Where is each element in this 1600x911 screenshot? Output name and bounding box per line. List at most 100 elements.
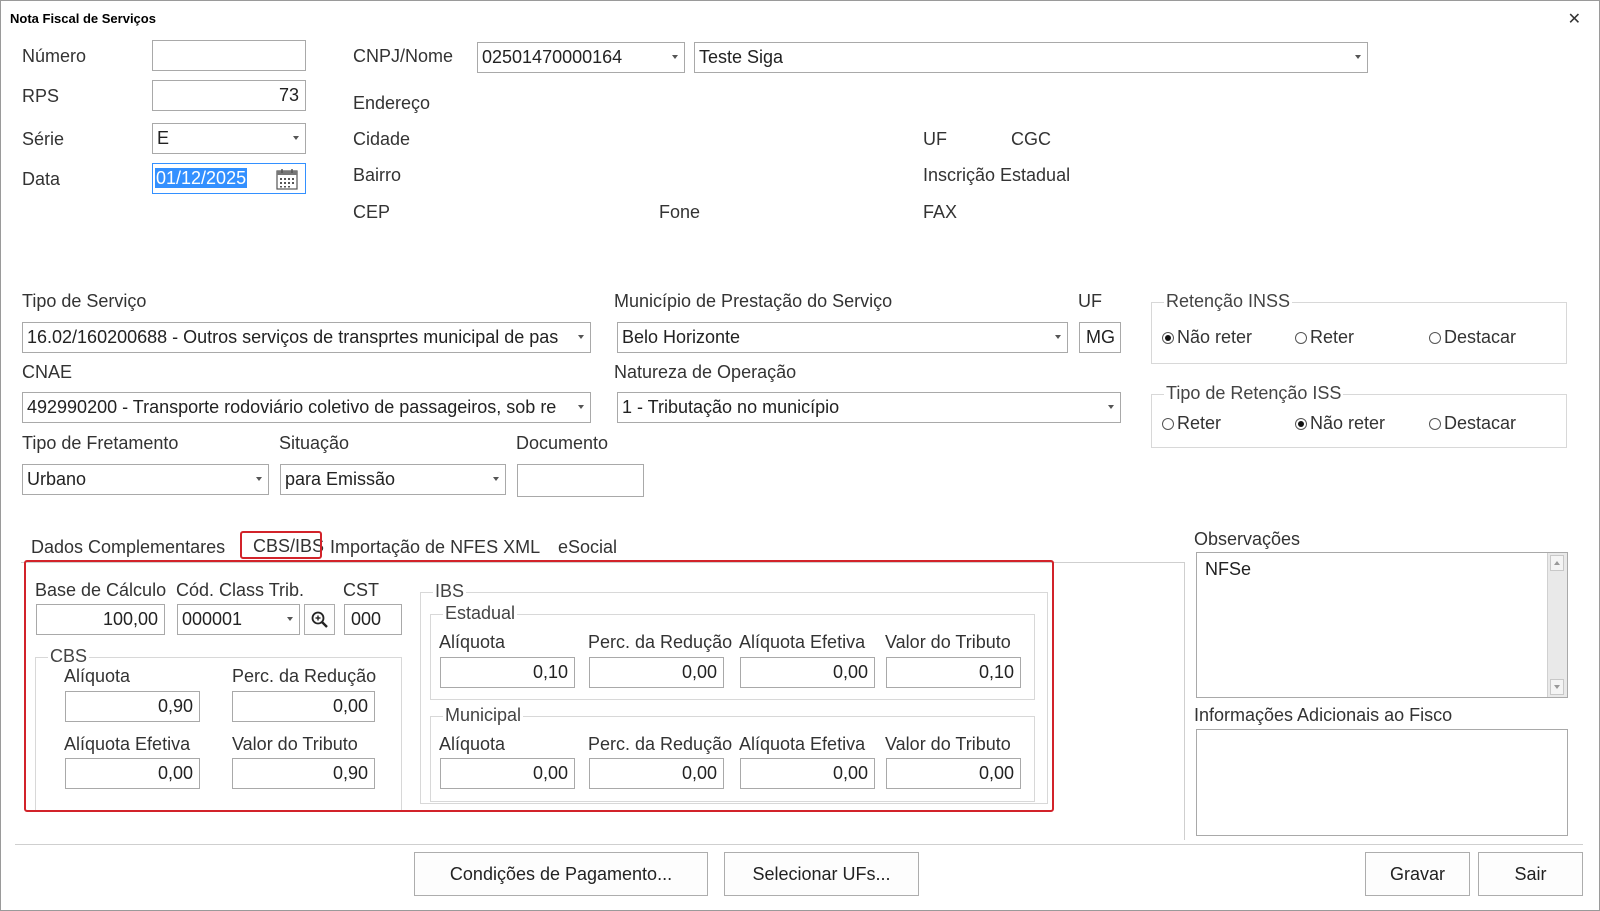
ibs-estadual-title: Estadual <box>443 603 518 624</box>
iss-option-label: Destacar <box>1444 413 1517 433</box>
nome-select[interactable]: Teste Siga <box>694 42 1368 73</box>
est-tributo-label: Valor do Tributo <box>885 632 1011 652</box>
scroll-up-icon[interactable] <box>1550 555 1564 571</box>
iss-destacar-radio[interactable]: Destacar <box>1429 413 1516 434</box>
cbs-tributo-field[interactable]: 0,90 <box>232 758 375 789</box>
servico-uf-field[interactable]: MG <box>1079 322 1121 353</box>
inscricao-label: Inscrição Estadual <box>923 165 1071 185</box>
uf-label: UF <box>923 129 947 149</box>
natureza-select[interactable]: 1 - Tributação no município <box>617 392 1121 423</box>
rps-field[interactable]: 73 <box>152 80 306 111</box>
inss-reter-radio[interactable]: Reter <box>1295 327 1354 348</box>
fretamento-select[interactable]: Urbano <box>22 464 269 495</box>
tab-panel-right-border <box>1184 562 1185 840</box>
retencao-iss-group: Tipo de Retenção ISS Reter Não reter Des… <box>1151 383 1567 448</box>
iss-nao-reter-radio[interactable]: Não reter <box>1295 413 1385 434</box>
condicoes-button-label: Condições de Pagamento... <box>449 863 673 884</box>
documento-field[interactable] <box>517 464 644 497</box>
inss-destacar-radio[interactable]: Destacar <box>1429 327 1516 348</box>
ibs-municipal-title: Municipal <box>443 705 524 726</box>
fone-label: Fone <box>659 202 701 222</box>
info-fisco-textarea[interactable] <box>1196 729 1568 836</box>
municipio-select[interactable]: Belo Horizonte <box>617 322 1068 353</box>
municipio-label: Município de Prestação do Serviço <box>614 291 893 311</box>
observacoes-textarea[interactable]: NFSe <box>1196 552 1568 698</box>
est-efetiva-label: Alíquota Efetiva <box>739 632 866 652</box>
cnae-label: CNAE <box>22 362 73 382</box>
est-tributo-field[interactable]: 0,10 <box>886 657 1021 688</box>
cbs-reducao-field[interactable]: 0,00 <box>232 691 375 722</box>
bairro-label: Bairro <box>353 165 402 185</box>
situacao-value: para Emissão <box>285 469 396 489</box>
iss-option-label: Reter <box>1177 413 1222 433</box>
selecionar-ufs-label: Selecionar UFs... <box>752 863 891 884</box>
sair-label: Sair <box>1514 863 1547 884</box>
est-aliquota-field[interactable]: 0,10 <box>440 657 575 688</box>
zoom-in-icon <box>311 611 328 628</box>
cbs-reducao-label: Perc. da Redução <box>232 666 377 686</box>
numero-field[interactable] <box>152 40 306 71</box>
gravar-label: Gravar <box>1389 863 1445 884</box>
est-efetiva-field[interactable]: 0,00 <box>740 657 875 688</box>
cbs-tributo-label: Valor do Tributo <box>232 734 358 754</box>
tab-esocial[interactable]: eSocial <box>558 537 617 558</box>
cbs-efetiva-field[interactable]: 0,00 <box>65 758 200 789</box>
est-reducao-field[interactable]: 0,00 <box>589 657 724 688</box>
cnpj-label: CNPJ/Nome <box>353 46 454 66</box>
est-reducao-label: Perc. da Redução <box>588 632 733 652</box>
search-class-button[interactable] <box>304 604 335 635</box>
mun-efetiva-field[interactable]: 0,00 <box>740 758 875 789</box>
gravar-button[interactable]: Gravar <box>1365 852 1470 896</box>
radio-unchecked-icon <box>1162 417 1174 430</box>
tipo-servico-select[interactable]: 16.02/160200688 - Outros serviços de tra… <box>22 322 591 353</box>
documento-label: Documento <box>516 433 609 453</box>
cod-class-label: Cód. Class Trib. <box>176 580 305 600</box>
calendar-icon[interactable] <box>275 167 299 191</box>
serie-select[interactable]: E <box>152 123 306 154</box>
cnae-value: 492990200 - Transporte rodoviário coleti… <box>27 397 557 417</box>
cnpj-select[interactable]: 02501470000164 <box>477 42 685 73</box>
retencao-iss-label: Tipo de Retenção ISS <box>1164 383 1344 404</box>
fretamento-value: Urbano <box>27 469 87 489</box>
scroll-down-icon[interactable] <box>1550 679 1564 695</box>
tipo-servico-value: 16.02/160200688 - Outros serviços de tra… <box>27 327 559 347</box>
iss-option-label: Não reter <box>1310 413 1386 433</box>
tab-importacao-nfes[interactable]: Importação de NFES XML <box>330 537 540 558</box>
window-title: Nota Fiscal de Serviços <box>10 11 156 26</box>
cod-class-select[interactable]: 000001 <box>177 604 300 635</box>
chevron-down-icon <box>672 55 678 59</box>
serie-label: Série <box>22 129 65 149</box>
inss-nao-reter-radio[interactable]: Não reter <box>1162 327 1252 348</box>
chevron-down-icon <box>256 477 262 481</box>
cbs-aliquota-label: Alíquota <box>64 666 131 686</box>
servico-uf-label: UF <box>1078 291 1102 311</box>
cbs-efetiva-label: Alíquota Efetiva <box>64 734 191 754</box>
est-aliquota-label: Alíquota <box>439 632 506 652</box>
selecionar-ufs-button[interactable]: Selecionar UFs... <box>724 852 919 896</box>
inss-option-label: Reter <box>1310 327 1355 347</box>
rps-label: RPS <box>22 86 60 106</box>
cst-label: CST <box>343 580 379 600</box>
situacao-select[interactable]: para Emissão <box>280 464 506 495</box>
nfs-dialog: Nota Fiscal de Serviços ✕ Número RPS 73 … <box>0 0 1600 911</box>
cnae-select[interactable]: 492990200 - Transporte rodoviário coleti… <box>22 392 591 423</box>
base-calculo-field[interactable]: 100,00 <box>36 604 165 635</box>
data-value: 01/12/2025 <box>155 168 248 188</box>
sair-button[interactable]: Sair <box>1478 852 1583 896</box>
observacoes-scrollbar[interactable] <box>1547 553 1567 697</box>
cbs-aliquota-field[interactable]: 0,90 <box>65 691 200 722</box>
tab-highlight <box>240 531 322 559</box>
close-icon[interactable]: ✕ <box>1568 9 1581 29</box>
observacoes-value: NFSe <box>1205 559 1252 579</box>
chevron-down-icon <box>293 136 299 140</box>
tab-dados-complementares[interactable]: Dados Complementares <box>31 537 225 558</box>
iss-reter-radio[interactable]: Reter <box>1162 413 1221 434</box>
mun-tributo-field[interactable]: 0,00 <box>886 758 1021 789</box>
base-calculo-label: Base de Cálculo <box>35 580 167 600</box>
mun-reducao-field[interactable]: 0,00 <box>589 758 724 789</box>
cst-field[interactable]: 000 <box>344 604 402 635</box>
condicoes-pagamento-button[interactable]: Condições de Pagamento... <box>414 852 708 896</box>
fax-label: FAX <box>923 202 958 222</box>
mun-aliquota-field[interactable]: 0,00 <box>440 758 575 789</box>
retencao-inss-group: Retenção INSS Não reter Reter Destacar <box>1151 291 1567 364</box>
